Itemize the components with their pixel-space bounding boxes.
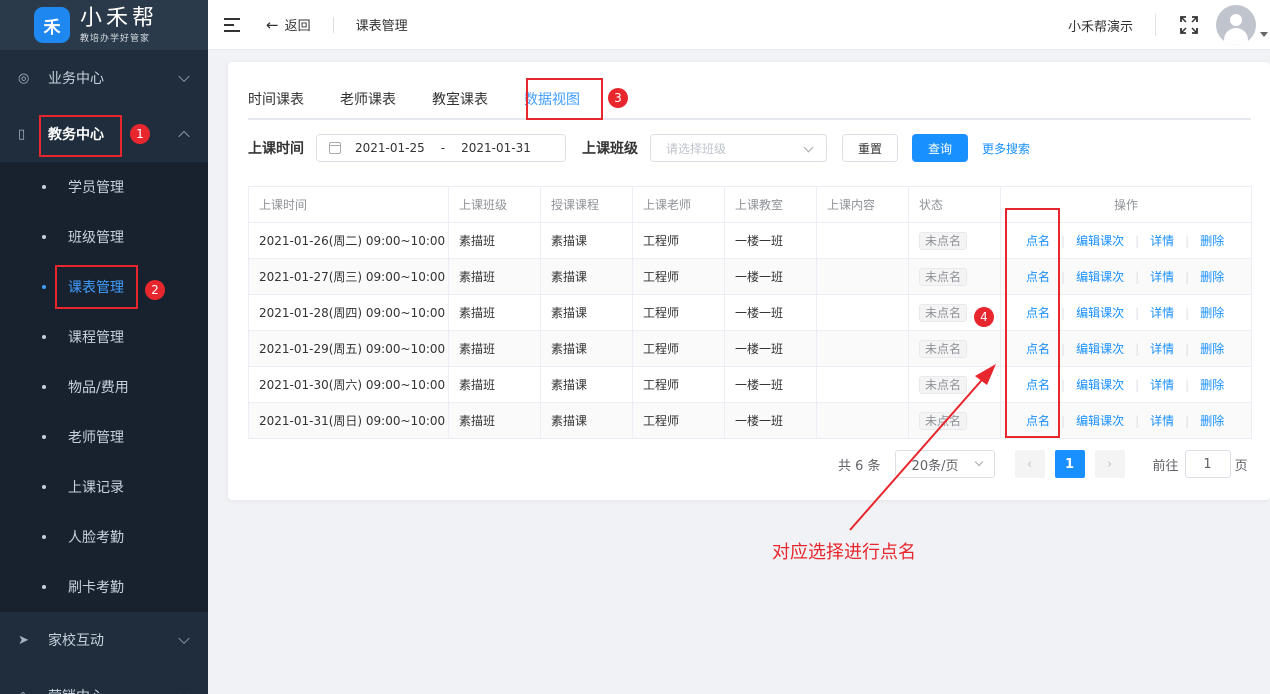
annotation-note: 对应选择进行点名 bbox=[772, 542, 916, 563]
annotation-arrow bbox=[849, 364, 996, 531]
